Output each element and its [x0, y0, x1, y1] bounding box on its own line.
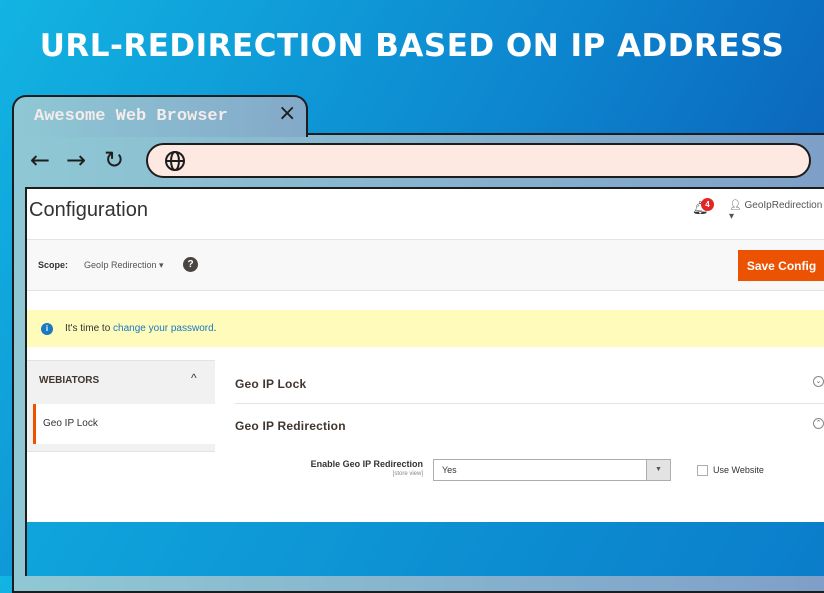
- config-sidebar: WEBIATORS ^ Geo IP Lock: [27, 360, 215, 452]
- scope-switcher[interactable]: GeoIp Redirection ▾: [84, 260, 164, 271]
- tab-joint: [14, 131, 306, 136]
- notification-badge: 4: [701, 198, 714, 211]
- sidebar-item-geo-ip-lock[interactable]: Geo IP Lock: [33, 404, 215, 444]
- page-title: Configuration: [29, 199, 148, 221]
- headline: URL-REDIRECTION BASED ON IP ADDRESS: [39, 28, 785, 64]
- tab-title: Awesome Web Browser: [34, 107, 228, 126]
- back-icon[interactable]: ←: [30, 146, 50, 174]
- globe-icon: [164, 150, 186, 177]
- change-password-link[interactable]: change your password: [113, 323, 214, 334]
- address-bar[interactable]: [146, 143, 811, 178]
- forward-icon[interactable]: →: [66, 146, 86, 174]
- reload-icon[interactable]: ↻: [104, 146, 124, 174]
- sidebar-item-label: Geo IP Lock: [43, 418, 98, 429]
- sidebar-header[interactable]: WEBIATORS: [39, 375, 99, 386]
- chevron-down-icon[interactable]: ⌄: [813, 376, 824, 387]
- use-website-label[interactable]: Use Website: [713, 465, 764, 475]
- section-geo-ip-redirection[interactable]: Geo IP Redirection ⌃: [235, 404, 824, 446]
- field-scope: [store view]: [392, 471, 423, 477]
- use-website-checkbox[interactable]: [697, 465, 708, 476]
- chevron-up-icon[interactable]: ⌃: [813, 418, 824, 429]
- browser-viewport: Configuration 🔔︎ 4 👤︎ GeoIpRedirection ▾…: [25, 187, 824, 576]
- scope-label: Scope:: [38, 260, 69, 270]
- enable-geo-ip-redirection-select[interactable]: Yes ▼: [433, 459, 671, 481]
- dropdown-arrow-icon[interactable]: ▼: [646, 460, 670, 480]
- help-icon[interactable]: ?: [183, 257, 198, 272]
- section-geo-ip-lock[interactable]: Geo IP Lock ⌄: [235, 362, 824, 404]
- admin-page: Configuration 🔔︎ 4 👤︎ GeoIpRedirection ▾…: [27, 189, 824, 522]
- field-label: Enable Geo IP Redirection: [310, 459, 423, 469]
- notice-suffix: .: [213, 323, 217, 334]
- select-value: Yes: [442, 465, 457, 475]
- chevron-up-icon[interactable]: ^: [191, 371, 197, 385]
- section-title: Geo IP Redirection: [235, 419, 346, 433]
- save-config-button[interactable]: Save Config: [738, 250, 824, 281]
- user-menu[interactable]: 👤︎ GeoIpRedirection ▾: [729, 200, 824, 222]
- notice-text: It's time to: [65, 323, 114, 334]
- scope-bar: Scope: GeoIp Redirection ▾ ? Save Config: [27, 239, 824, 291]
- section-title: Geo IP Lock: [235, 377, 307, 391]
- close-icon[interactable]: ×: [278, 101, 296, 126]
- info-icon: i: [41, 323, 53, 335]
- user-icon: 👤︎: [729, 200, 745, 211]
- password-notice: i It's time to change your password.: [27, 310, 824, 347]
